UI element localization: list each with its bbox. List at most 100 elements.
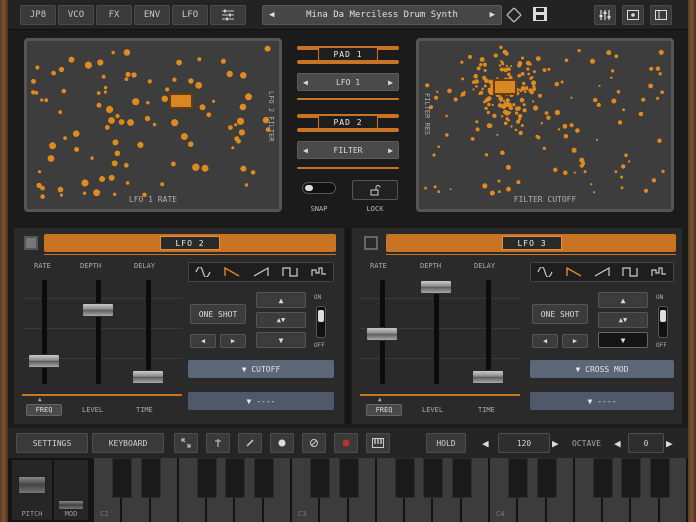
lfo2-enable-checkbox[interactable] [24,236,38,250]
random-wave-icon[interactable] [645,263,673,281]
tab-vco[interactable]: VCO [58,5,94,25]
lfo2-next-button[interactable]: ▶ [220,334,246,348]
lfo2-rate-slider[interactable] [28,353,60,368]
black-key[interactable] [649,458,670,498]
chevron-left-icon[interactable]: ◀ [303,78,308,87]
preset-next-icon[interactable]: ▶ [490,10,495,20]
clear-icon[interactable] [302,433,326,453]
lfo3-dest1-select[interactable]: ▼ CROSS MOD [530,360,674,378]
particle-dot [115,113,120,119]
preset-selector[interactable]: ◀ Mina Da Merciless Drum Synth ▶ [262,5,502,25]
lfo2-sync-toggle[interactable] [316,306,326,338]
tempo-up-icon[interactable]: ▶ [552,437,559,450]
lfo3-prev-button[interactable]: ◀ [532,334,558,348]
lock-button[interactable] [352,180,398,200]
save-icon[interactable] [532,6,548,22]
ramp-down-wave-icon[interactable] [218,263,247,281]
random-wave-icon[interactable] [304,263,333,281]
lfo2-depth-slider[interactable] [82,302,114,317]
lfo2-dest1-select[interactable]: ▼ CUTOFF [188,360,334,378]
lfo3-dest2-select[interactable]: ▼ ---- [530,392,674,410]
pad2-target-select[interactable]: ◀ FILTER ▶ [297,141,399,159]
lfo2-delay-slider[interactable] [132,370,164,384]
lfo3-depth-slider[interactable] [420,280,452,294]
square-wave-icon[interactable] [275,263,304,281]
dot-icon[interactable] [270,433,294,453]
tab-jp8[interactable]: JP8 [20,5,56,25]
sliders-icon[interactable] [594,5,616,25]
keys-icon[interactable] [366,433,390,453]
keyboard-button[interactable]: KEYBOARD [92,433,164,453]
pad1-target-select[interactable]: ◀ LFO 1 ▶ [297,73,399,91]
black-key[interactable] [253,458,274,498]
mod-wheel[interactable] [58,500,84,510]
settings-button[interactable]: SETTINGS [16,433,88,453]
lfo3-one-shot-button[interactable]: ONE SHOT [532,304,588,324]
lfo3-updown-button[interactable]: ▲▼ [598,312,648,328]
black-key[interactable] [451,458,472,498]
record-icon[interactable] [334,433,358,453]
ramp-down-wave-icon[interactable] [559,263,587,281]
mixer-icon[interactable] [210,5,246,25]
lfo3-freq-button[interactable]: FREQ [366,404,402,416]
sine-wave-icon[interactable] [531,263,559,281]
black-key[interactable] [395,458,416,498]
lfo3-next-button[interactable]: ▶ [562,334,588,348]
saw-wave-icon[interactable] [247,263,276,281]
preset-prev-icon[interactable]: ◀ [269,10,274,20]
lfo3-waveform-selector[interactable] [530,262,674,282]
lfo3-sync-toggle[interactable] [658,306,668,338]
octave-up-icon[interactable]: ▶ [666,437,673,450]
chevron-right-icon[interactable]: ▶ [388,146,393,155]
lfo2-prev-button[interactable]: ◀ [190,334,216,348]
lfo3-down-button[interactable]: ▼ [598,332,648,348]
lfo3-up-button[interactable]: ▲ [598,292,648,308]
xy-pad-left[interactable]: LFO 1 RATE LFO 2 FILTER [24,38,282,212]
black-key[interactable] [310,458,331,498]
split-view-icon[interactable] [650,5,672,25]
lfo2-dest2-select[interactable]: ▼ ---- [188,392,334,410]
sine-wave-icon[interactable] [189,263,218,281]
black-key[interactable] [593,458,614,498]
lfo3-rate-slider[interactable] [366,326,398,341]
dice-icon[interactable] [506,7,522,23]
pitch-wheel[interactable] [18,476,46,494]
lfo2-down-button[interactable]: ▼ [256,332,306,348]
expand-icon[interactable] [174,433,198,453]
hold-button[interactable]: HOLD [426,433,466,453]
octave-down-icon[interactable]: ◀ [614,437,621,450]
black-key[interactable] [338,458,359,498]
black-key[interactable] [508,458,529,498]
xy-pad-right[interactable]: FILTER CUTOFF FILTER RES [416,38,674,212]
lfo2-freq-button[interactable]: FREQ [26,404,62,416]
black-key[interactable] [112,458,133,498]
tab-env[interactable]: ENV [134,5,170,25]
black-key[interactable] [536,458,557,498]
snap-switch[interactable] [302,182,336,194]
black-key[interactable] [197,458,218,498]
octave-value[interactable]: 0 [628,433,664,453]
lfo3-enable-checkbox[interactable] [364,236,378,250]
scale-icon[interactable] [206,433,230,453]
screen-icon[interactable] [622,5,644,25]
tab-lfo[interactable]: LFO [172,5,208,25]
lfo2-waveform-selector[interactable] [188,262,334,282]
tempo-down-icon[interactable]: ◀ [482,437,489,450]
black-key[interactable] [140,458,161,498]
lfo3-delay-slider[interactable] [472,370,504,384]
tab-fx[interactable]: FX [96,5,132,25]
chevron-left-icon[interactable]: ◀ [303,146,308,155]
black-key[interactable] [423,458,444,498]
black-key[interactable] [621,458,642,498]
lfo2-one-shot-button[interactable]: ONE SHOT [190,304,246,324]
black-key[interactable] [225,458,246,498]
tempo-value[interactable]: 120 [498,433,550,453]
saw-wave-icon[interactable] [588,263,616,281]
chevron-right-icon[interactable]: ▶ [388,78,393,87]
lfo2-up-button[interactable]: ▲ [256,292,306,308]
lfo2-updown-button[interactable]: ▲▼ [256,312,306,328]
pencil-icon[interactable] [238,433,262,453]
pad-cursor-left[interactable] [169,93,193,109]
pad-cursor-right[interactable] [493,79,517,95]
square-wave-icon[interactable] [616,263,644,281]
